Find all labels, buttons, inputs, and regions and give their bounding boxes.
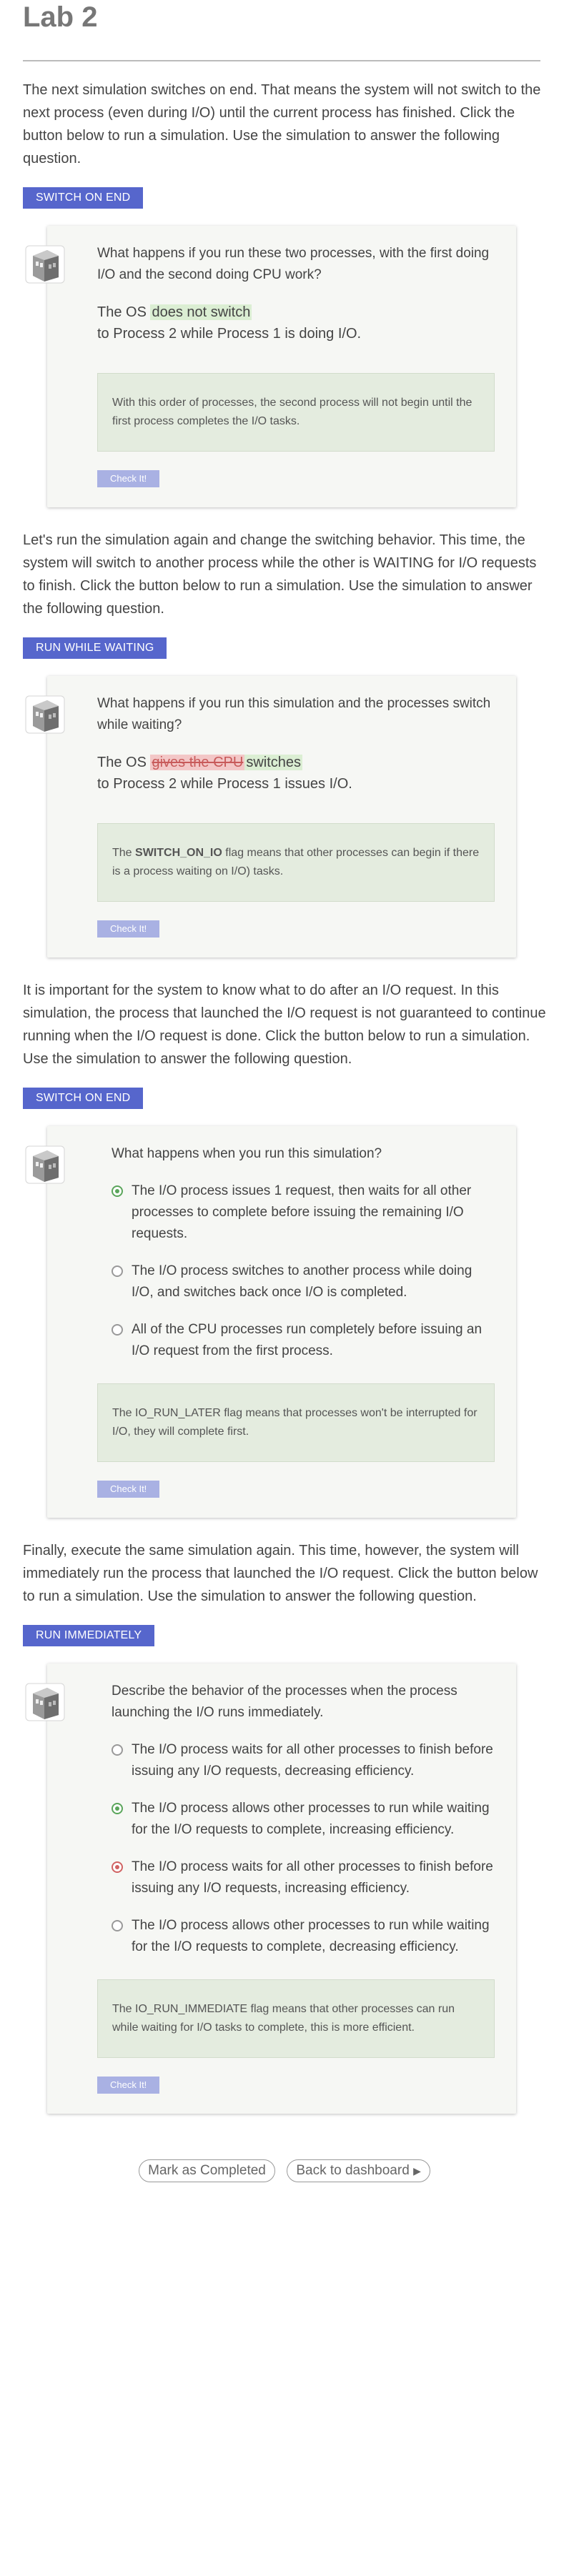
back-to-dashboard-button[interactable]: Back to dashboard ▶ — [287, 2159, 430, 2182]
check-it-button[interactable]: Check It! — [97, 1481, 160, 1498]
radio-button[interactable] — [112, 1324, 123, 1336]
check-it-button[interactable]: Check It! — [97, 470, 160, 487]
switch-on-end-button[interactable]: SWITCH ON END — [23, 187, 144, 209]
mark-completed-button[interactable]: Mark as Completed — [139, 2159, 275, 2182]
switch-on-end-button[interactable]: SWITCH ON END — [23, 1088, 144, 1109]
question-text: What happens if you run these two proces… — [97, 246, 490, 282]
section-intro: Let's run the simulation again and chang… — [23, 532, 537, 617]
radio-selected-correct[interactable] — [112, 1185, 123, 1197]
question-text: What happens if you run this simulation … — [97, 696, 491, 732]
building-icon — [25, 695, 65, 734]
feedback-box: The IO_RUN_LATER flag means that process… — [97, 1383, 495, 1462]
correct-answer[interactable]: switches — [244, 755, 303, 770]
question-card: What happens if you run these two proces… — [25, 226, 516, 507]
play-arrow-icon: ▶ — [413, 2165, 421, 2177]
building-icon — [25, 245, 65, 284]
wrong-answer: gives the CPU — [150, 755, 245, 770]
option-label: All of the CPU processes run completely … — [132, 1322, 483, 1358]
option-label: The I/O process issues 1 request, then w… — [132, 1183, 472, 1241]
feedback-box: The IO_RUN_IMMEDIATE flag means that oth… — [97, 1979, 495, 2058]
section-intro: It is important for the system to know w… — [23, 983, 546, 1067]
back-to-dashboard-label: Back to dashboard — [296, 2163, 410, 2178]
answer-option[interactable]: The I/O process allows other processes t… — [112, 1915, 495, 1958]
question-text: Describe the behavior of the processes w… — [112, 1684, 457, 1720]
run-immediately-button[interactable]: RUN IMMEDIATELY — [23, 1625, 155, 1646]
run-while-waiting-button[interactable]: RUN WHILE WAITING — [23, 637, 167, 659]
answer-option[interactable]: The I/O process allows other processes t… — [112, 1798, 495, 1841]
radio-selected-incorrect[interactable] — [112, 1861, 123, 1873]
answer-blank[interactable]: does not switch — [150, 304, 252, 320]
feedback-prefix: The — [112, 847, 136, 859]
answer-option[interactable]: The I/O process waits for all other proc… — [112, 1739, 495, 1782]
fill-prefix: The OS — [97, 755, 147, 770]
feedback-box: The SWITCH_ON_IO flag means that other p… — [97, 823, 495, 902]
fill-prefix: The OS — [97, 304, 147, 320]
question-card: Describe the behavior of the processes w… — [25, 1664, 516, 2114]
check-it-button[interactable]: Check It! — [97, 920, 160, 938]
page-title: Lab 2 — [23, 1, 98, 33]
question-card: What happens when you run this simulatio… — [25, 1126, 516, 1518]
option-label: The I/O process switches to another proc… — [132, 1263, 472, 1300]
answer-option[interactable]: The I/O process waits for all other proc… — [112, 1856, 495, 1899]
feedback-flag: SWITCH_ON_IO — [135, 847, 222, 859]
option-label: The I/O process waits for all other proc… — [132, 1742, 493, 1779]
footer-nav: Mark as Completed Back to dashboard ▶ — [23, 2159, 546, 2182]
fill-suffix: to Process 2 while Process 1 issues I/O. — [97, 776, 352, 792]
fill-suffix: to Process 2 while Process 1 is doing I/… — [97, 326, 362, 342]
fill-in-answer: The OS does not switch to Process 2 whil… — [97, 302, 495, 344]
check-it-button[interactable]: Check It! — [97, 2077, 160, 2094]
building-icon — [25, 1145, 65, 1184]
option-label: The I/O process allows other processes t… — [132, 1918, 490, 1954]
answer-option[interactable]: The I/O process switches to another proc… — [112, 1260, 495, 1303]
title-divider — [23, 60, 540, 61]
feedback-box: With this order of processes, the second… — [97, 373, 495, 452]
fill-in-answer: The OS gives the CPU switches to Process … — [97, 752, 495, 795]
question-card: What happens if you run this simulation … — [25, 676, 516, 958]
radio-button[interactable] — [112, 1744, 123, 1756]
answer-option[interactable]: The I/O process issues 1 request, then w… — [112, 1180, 495, 1245]
radio-selected-correct[interactable] — [112, 1803, 123, 1814]
answer-option[interactable]: All of the CPU processes run completely … — [112, 1319, 495, 1362]
radio-button[interactable] — [112, 1920, 123, 1931]
section-intro: Finally, execute the same simulation aga… — [23, 1543, 538, 1604]
radio-button[interactable] — [112, 1265, 123, 1277]
section-intro: The next simulation switches on end. Tha… — [23, 82, 541, 166]
option-label: The I/O process waits for all other proc… — [132, 1859, 493, 1896]
building-icon — [25, 1683, 65, 1721]
question-text: What happens when you run this simulatio… — [112, 1146, 382, 1161]
option-label: The I/O process allows other processes t… — [132, 1801, 490, 1837]
